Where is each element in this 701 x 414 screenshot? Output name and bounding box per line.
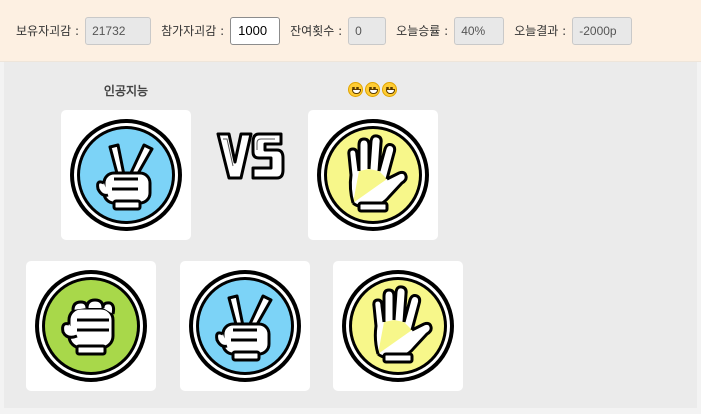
paper-hand-icon [317,119,429,231]
holding-label: 보유자괴감 : [16,24,80,38]
win-rate-stat: 오늘승률 : 40% [396,16,505,45]
result-label: 오늘결과 : [514,24,567,38]
vs-logo: VS [215,130,287,182]
grinning-face-icon [365,82,380,97]
scissors-choice-button[interactable] [180,261,310,391]
remaining-label: 잔여횟수 : [290,24,343,38]
grinning-face-icon [348,82,363,97]
stats-bar: 보유자괴감 : 21732 참가자괴감 : 잔여횟수 : 0 오늘승률 : 40… [0,0,701,62]
vs-text: VS [215,130,217,131]
rock-choice-button[interactable] [26,261,156,391]
paper-choice-button[interactable] [333,261,463,391]
player-name: 인공지능 [103,84,149,98]
scissors-hand-icon [189,270,301,382]
game-area: 인공지능 VS [4,62,697,408]
player-hand-card [61,110,191,240]
paper-hand-icon [342,270,454,382]
remaining-stat: 잔여횟수 : 0 [290,16,387,45]
result-stat: 오늘결과 : -2000p [514,16,633,45]
opponent-hand-card [308,110,438,240]
result-value: -2000p [572,16,633,45]
bet-label: 참가자괴감 : [161,24,225,38]
bet-stat: 참가자괴감 : [161,16,281,45]
win-rate-label: 오늘승률 : [396,24,449,38]
holding-value: 21732 [85,16,152,45]
remaining-value: 0 [348,16,387,45]
scissors-hand-icon [70,119,182,231]
win-rate-value: 40% [454,16,505,45]
rock-hand-icon [35,270,147,382]
opponent-emojis [348,82,397,97]
grinning-face-icon [382,82,397,97]
holding-stat: 보유자괴감 : 21732 [16,16,152,45]
bet-input[interactable] [230,16,281,45]
